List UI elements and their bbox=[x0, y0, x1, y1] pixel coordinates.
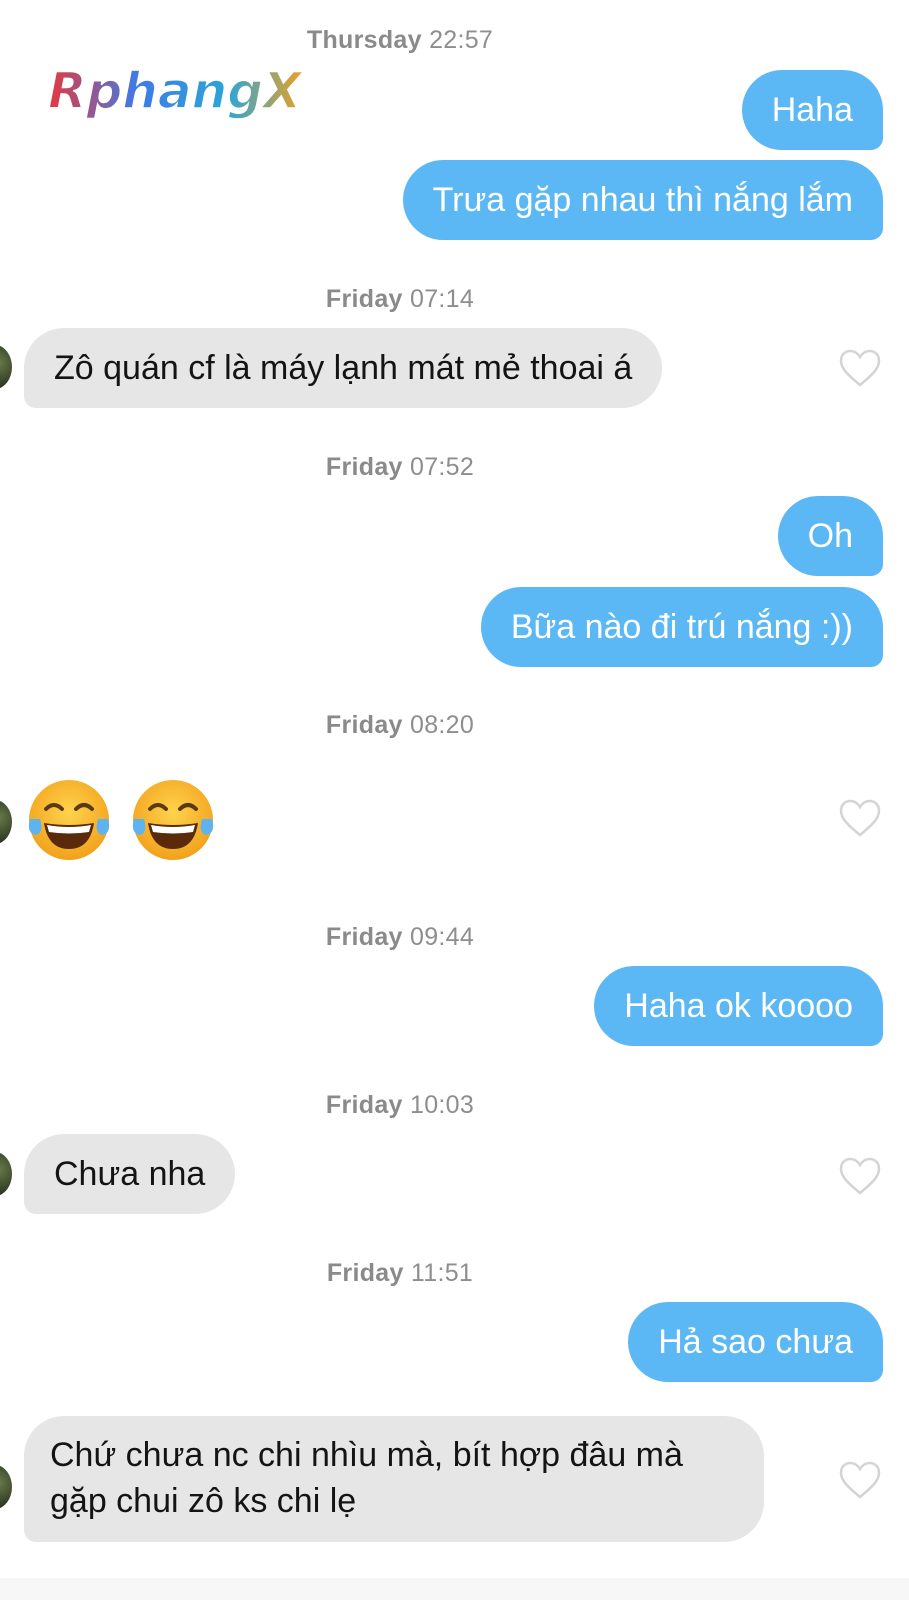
timestamp: Friday 07:52 bbox=[325, 453, 475, 481]
incoming-message[interactable]: Zô quán cf là máy lạnh mát mẻ thoai á bbox=[24, 328, 663, 408]
bottom-edge bbox=[0, 1578, 909, 1600]
timestamp: Thursday 22:57 bbox=[306, 26, 494, 54]
rphangx-logo: RphangX bbox=[44, 58, 324, 124]
timestamp: Friday 09:44 bbox=[325, 923, 475, 951]
svg-text:RphangX: RphangX bbox=[48, 62, 304, 120]
heart-icon[interactable] bbox=[838, 1460, 882, 1500]
outgoing-message[interactable]: Bữa nào đi trú nắng :)) bbox=[480, 587, 883, 667]
avatar[interactable] bbox=[0, 345, 12, 389]
face-with-tears-of-joy-icon bbox=[132, 780, 214, 860]
timestamp: Friday 08:20 bbox=[325, 711, 475, 739]
heart-icon[interactable] bbox=[838, 798, 882, 838]
incoming-message[interactable]: Chứ chưa nc chi nhìu mà, bít hợp đâu mà … bbox=[24, 1416, 764, 1542]
heart-icon[interactable] bbox=[838, 348, 882, 388]
outgoing-message[interactable]: Haha bbox=[741, 70, 883, 150]
avatar[interactable] bbox=[0, 800, 12, 844]
outgoing-message[interactable]: Trưa gặp nhau thì nắng lắm bbox=[402, 160, 883, 240]
heart-icon[interactable] bbox=[838, 1156, 882, 1196]
outgoing-message[interactable]: Hả sao chưa bbox=[628, 1302, 883, 1382]
avatar[interactable] bbox=[0, 1465, 12, 1509]
outgoing-message[interactable]: Oh bbox=[777, 496, 883, 576]
timestamp: Friday 07:14 bbox=[325, 285, 475, 313]
timestamp: Friday 10:03 bbox=[325, 1091, 475, 1119]
outgoing-message[interactable]: Haha ok koooo bbox=[594, 966, 883, 1046]
incoming-message[interactable]: Chưa nha bbox=[24, 1134, 236, 1214]
timestamp: Friday 11:51 bbox=[326, 1259, 474, 1287]
face-with-tears-of-joy-icon bbox=[28, 780, 110, 860]
avatar[interactable] bbox=[0, 1152, 12, 1196]
